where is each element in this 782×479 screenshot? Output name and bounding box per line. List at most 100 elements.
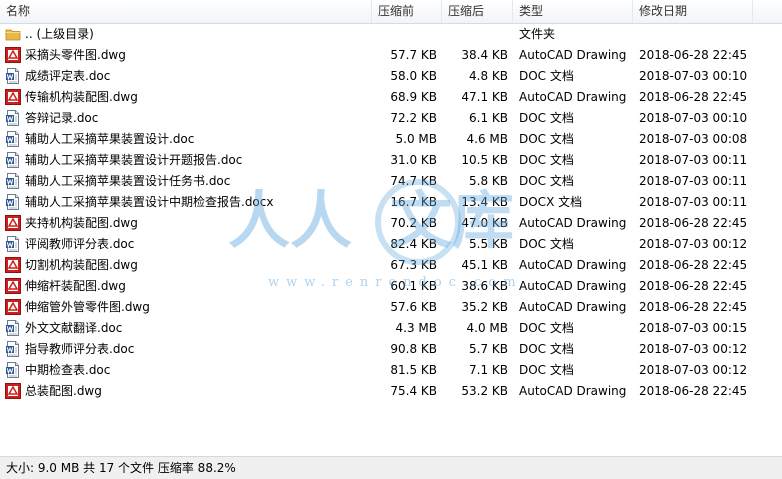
file-size: 82.4 KB <box>390 237 437 251</box>
file-name-cell: 答辩记录.doc <box>5 108 370 129</box>
file-row[interactable]: 切割机构装配图.dwg 67.3 KB 45.1 KB AutoCAD Drawing… <box>0 255 782 276</box>
file-modified-date: 2018-07-03 00:12 <box>639 342 748 356</box>
file-compressed-size: 47.0 KB <box>461 216 508 230</box>
doc-file-icon <box>5 172 21 189</box>
file-name-cell: 辅助人工采摘苹果装置设计任务书.doc <box>5 171 370 192</box>
file-modified-date: 2018-07-03 00:11 <box>639 174 748 188</box>
file-row[interactable]: 评阅教师评分表.doc 82.4 KB 5.5 KB DOC 文档 2018-07-03… <box>0 234 782 255</box>
file-modified-date: 2018-06-28 22:45 <box>639 48 748 62</box>
file-type: AutoCAD Drawing <box>519 48 627 62</box>
file-row[interactable]: 辅助人工采摘苹果装置设计开题报告.doc 31.0 KB 10.5 KB DOC 文档… <box>0 150 782 171</box>
file-type: AutoCAD Drawing <box>519 216 627 230</box>
file-row[interactable]: 采摘头零件图.dwg 57.7 KB 38.4 KB AutoCAD Drawing 2… <box>0 45 782 66</box>
file-name: 伸缩管外管零件图.dwg <box>25 300 150 314</box>
file-size: 68.9 KB <box>390 90 437 104</box>
file-row[interactable]: 答辩记录.doc 72.2 KB 6.1 KB DOC 文档 2018-07-03 00… <box>0 108 782 129</box>
file-name: 总装配图.dwg <box>25 384 102 398</box>
doc-file-icon <box>5 361 21 378</box>
file-modified-date: 2018-06-28 22:45 <box>639 384 748 398</box>
file-modified-date: 2018-07-03 00:10 <box>639 69 748 83</box>
file-type: AutoCAD Drawing <box>519 258 627 272</box>
dwg-file-icon <box>5 256 21 273</box>
file-compressed-size: 4.6 MB <box>466 132 508 146</box>
file-modified-date: 2018-06-28 22:45 <box>639 216 748 230</box>
file-modified-date: 2018-06-28 22:45 <box>639 279 748 293</box>
file-compressed-size: 38.4 KB <box>461 48 508 62</box>
file-name: 中期检查表.doc <box>25 363 111 377</box>
file-type: DOC 文档 <box>519 153 574 167</box>
file-type: AutoCAD Drawing <box>519 384 627 398</box>
file-row[interactable]: 辅助人工采摘苹果装置设计中期检查报告.docx 16.7 KB 13.4 KB DOC… <box>0 192 782 213</box>
doc-file-icon <box>5 109 21 126</box>
file-name-cell: 评阅教师评分表.doc <box>5 234 370 255</box>
file-name-cell: 辅助人工采摘苹果装置设计中期检查报告.docx <box>5 192 370 213</box>
column-header-modified[interactable]: 修改日期 <box>633 0 753 23</box>
file-name-cell: 中期检查表.doc <box>5 360 370 381</box>
file-type: AutoCAD Drawing <box>519 279 627 293</box>
file-row[interactable]: 成绩评定表.doc 58.0 KB 4.8 KB DOC 文档 2018-07-03 0… <box>0 66 782 87</box>
file-compressed-size: 6.1 KB <box>469 111 508 125</box>
file-modified-date <box>639 24 779 45</box>
column-header-spacer <box>753 0 782 23</box>
file-modified-date: 2018-06-28 22:45 <box>639 300 748 314</box>
file-name: 夹持机构装配图.dwg <box>25 216 138 230</box>
file-size: 4.3 MB <box>395 321 437 335</box>
file-row[interactable]: 伸缩管外管零件图.dwg 57.6 KB 35.2 KB AutoCAD Drawin… <box>0 297 782 318</box>
status-text: 大小: 9.0 MB 共 17 个文件 压缩率 88.2% <box>6 461 236 475</box>
file-size: 5.0 MB <box>395 132 437 146</box>
status-bar: 大小: 9.0 MB 共 17 个文件 压缩率 88.2% <box>0 456 782 479</box>
file-type: DOC 文档 <box>519 321 574 335</box>
column-header: 名称 压缩前 压缩后 类型 修改日期 <box>0 0 782 24</box>
file-row[interactable]: 伸缩杆装配图.dwg 60.1 KB 38.6 KB AutoCAD Drawing 2… <box>0 276 782 297</box>
file-name-cell: 伸缩管外管零件图.dwg <box>5 297 370 318</box>
doc-file-icon <box>5 319 21 336</box>
file-name: 辅助人工采摘苹果装置设计中期检查报告.docx <box>25 195 274 209</box>
file-type: DOC 文档 <box>519 132 574 146</box>
dwg-file-icon <box>5 88 21 105</box>
file-name-cell: 伸缩杆装配图.dwg <box>5 276 370 297</box>
file-name: 传输机构装配图.dwg <box>25 90 138 104</box>
column-header-size[interactable]: 压缩前 <box>372 0 442 23</box>
file-row[interactable]: 指导教师评分表.doc 90.8 KB 5.7 KB DOC 文档 2018-07-03… <box>0 339 782 360</box>
parent-directory-row[interactable]: .. (上级目录) 文件夹 <box>0 24 782 45</box>
folder-icon <box>5 26 21 42</box>
file-row[interactable]: 总装配图.dwg 75.4 KB 53.2 KB AutoCAD Drawing 201… <box>0 381 782 402</box>
file-name: 指导教师评分表.doc <box>25 342 135 356</box>
column-header-name[interactable]: 名称 <box>0 0 372 23</box>
file-name-cell: 总装配图.dwg <box>5 381 370 402</box>
file-name-cell: 采摘头零件图.dwg <box>5 45 370 66</box>
file-row[interactable]: 外文文献翻译.doc 4.3 MB 4.0 MB DOC 文档 2018-07-03 0… <box>0 318 782 339</box>
file-size: 74.7 KB <box>390 174 437 188</box>
file-name-cell: 成绩评定表.doc <box>5 66 370 87</box>
file-compressed-size: 45.1 KB <box>461 258 508 272</box>
file-name: 答辩记录.doc <box>25 111 99 125</box>
file-row[interactable]: 传输机构装配图.dwg 68.9 KB 47.1 KB AutoCAD Drawing… <box>0 87 782 108</box>
column-header-type[interactable]: 类型 <box>513 0 633 23</box>
file-size: 90.8 KB <box>390 342 437 356</box>
file-type: DOC 文档 <box>519 342 574 356</box>
column-header-compressed[interactable]: 压缩后 <box>442 0 513 23</box>
dwg-file-icon <box>5 277 21 294</box>
file-modified-date: 2018-07-03 00:11 <box>639 153 748 167</box>
file-type: AutoCAD Drawing <box>519 300 627 314</box>
file-row[interactable]: 辅助人工采摘苹果装置设计任务书.doc 74.7 KB 5.8 KB DOC 文档 20… <box>0 171 782 192</box>
file-compressed-size <box>441 24 508 45</box>
file-row[interactable]: 夹持机构装配图.dwg 70.2 KB 47.0 KB AutoCAD Drawing… <box>0 213 782 234</box>
file-type: DOCX 文档 <box>519 195 583 209</box>
file-name-cell: 切割机构装配图.dwg <box>5 255 370 276</box>
doc-file-icon <box>5 130 21 147</box>
file-row[interactable]: 辅助人工采摘苹果装置设计.doc 5.0 MB 4.6 MB DOC 文档 2018-0… <box>0 129 782 150</box>
file-name: 切割机构装配图.dwg <box>25 258 138 272</box>
file-modified-date: 2018-07-03 00:15 <box>639 321 748 335</box>
file-name-cell: 传输机构装配图.dwg <box>5 87 370 108</box>
file-size: 72.2 KB <box>390 111 437 125</box>
file-modified-date: 2018-07-03 00:12 <box>639 363 748 377</box>
dwg-file-icon <box>5 214 21 231</box>
doc-file-icon <box>5 340 21 357</box>
file-size <box>370 24 437 45</box>
file-name: 辅助人工采摘苹果装置设计.doc <box>25 132 195 146</box>
file-name: 外文文献翻译.doc <box>25 321 123 335</box>
file-name-cell: 辅助人工采摘苹果装置设计开题报告.doc <box>5 150 370 171</box>
file-type: DOC 文档 <box>519 363 574 377</box>
file-row[interactable]: 中期检查表.doc 81.5 KB 7.1 KB DOC 文档 2018-07-03 0… <box>0 360 782 381</box>
